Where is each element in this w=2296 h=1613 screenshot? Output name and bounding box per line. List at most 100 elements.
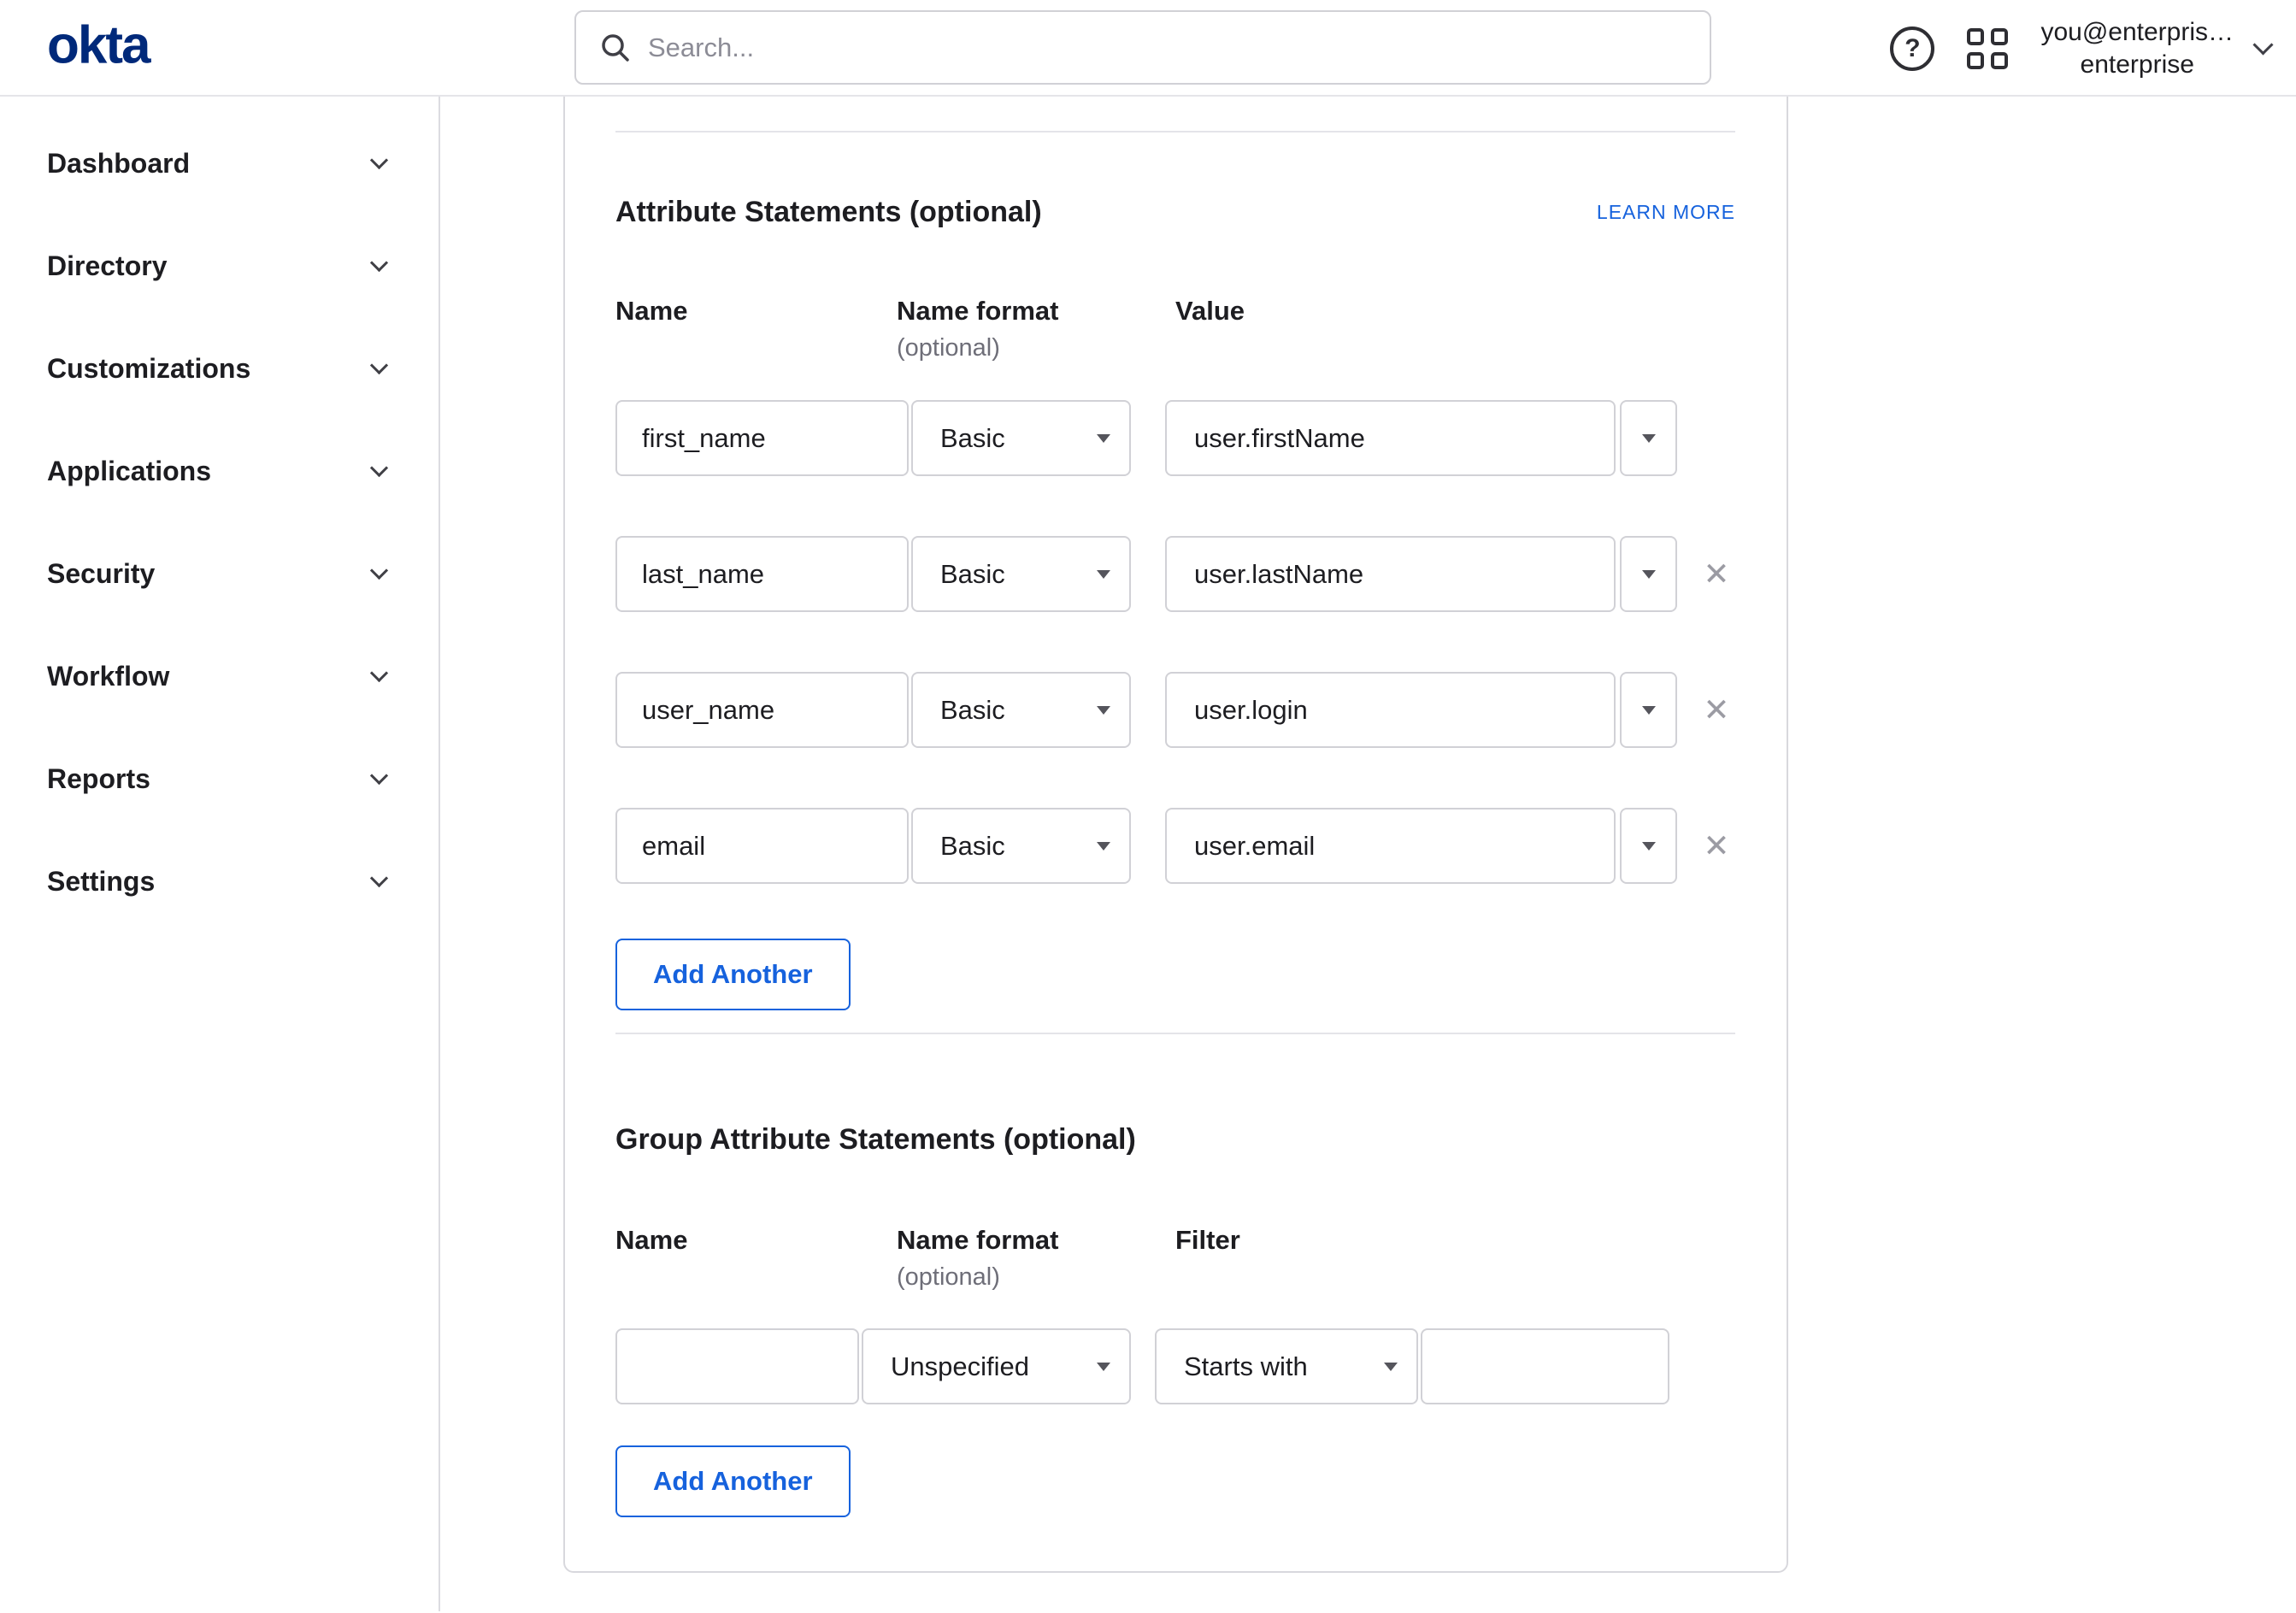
sidebar-item-settings[interactable]: Settings <box>0 830 439 933</box>
user-org: enterprise <box>2080 50 2194 79</box>
group-filter-select[interactable]: Starts with <box>1155 1328 1418 1404</box>
top-bar: okta ? you@enterpris… enterprise <box>0 0 2296 97</box>
sidebar-item-label: Reports <box>47 762 150 794</box>
attribute-name-input[interactable] <box>615 400 909 476</box>
sidebar-item-label: Directory <box>47 250 168 281</box>
value-combobox[interactable]: user.lastName <box>1165 536 1677 612</box>
grid-square <box>1967 27 1985 45</box>
sidebar-item-label: Applications <box>47 455 212 486</box>
attribute-row: Basic user.firstName <box>615 400 1735 476</box>
attribute-name-input[interactable] <box>615 672 909 748</box>
chevron-down-icon <box>369 253 389 273</box>
group-name-input[interactable] <box>615 1328 859 1404</box>
user-email: you@enterpris… <box>2040 17 2234 46</box>
value-text: user.email <box>1165 808 1616 884</box>
chevron-down-icon <box>369 561 389 580</box>
sidebar-item-directory[interactable]: Directory <box>0 215 439 317</box>
value-combobox[interactable]: user.email <box>1165 808 1677 884</box>
caret-down-icon <box>1097 841 1110 851</box>
group-name-format-select[interactable]: Unspecified <box>862 1328 1131 1404</box>
sidebar-item-customizations[interactable]: Customizations <box>0 317 439 420</box>
learn-more-link[interactable]: LEARN MORE <box>1597 201 1735 224</box>
grid-square <box>1991 27 2009 45</box>
chevron-down-icon <box>2252 34 2274 56</box>
attribute-row: Basic user.lastName ✕ <box>615 536 1735 612</box>
column-name: Name <box>615 1225 688 1255</box>
value-combobox[interactable]: user.login <box>1165 672 1677 748</box>
name-format-select[interactable]: Basic <box>911 536 1131 612</box>
value-text: user.login <box>1165 672 1616 748</box>
attribute-row: Basic user.login ✕ <box>615 672 1735 748</box>
name-format-select[interactable]: Basic <box>911 808 1131 884</box>
attribute-column-headers: Name Name format Value <box>615 295 1735 327</box>
name-format-value: Basic <box>940 558 1005 589</box>
chevron-down-icon <box>369 663 389 683</box>
help-icon[interactable]: ? <box>1890 26 1935 71</box>
sidebar-item-reports[interactable]: Reports <box>0 727 439 830</box>
caret-down-icon <box>1641 841 1656 851</box>
column-filter: Filter <box>1175 1225 1240 1255</box>
delete-row-icon[interactable]: ✕ <box>1699 828 1734 863</box>
sidebar-item-dashboard[interactable]: Dashboard <box>0 112 439 215</box>
sidebar-item-label: Dashboard <box>47 147 191 179</box>
group-column-headers: Name Name format Filter <box>615 1224 1735 1257</box>
add-another-group-attribute-button[interactable]: Add Another <box>615 1445 851 1517</box>
group-filter-value-input[interactable] <box>1421 1328 1669 1404</box>
divider <box>615 131 1735 132</box>
caret-down-icon <box>1097 433 1110 443</box>
name-format-value: Basic <box>940 694 1005 725</box>
grid-square <box>1967 51 1985 69</box>
sidebar-item-workflow[interactable]: Workflow <box>0 625 439 727</box>
caret-down-icon <box>1097 705 1110 715</box>
sidebar-item-label: Workflow <box>47 660 170 692</box>
sidebar-item-label: Security <box>47 557 156 589</box>
value-dropdown-button <box>1620 400 1677 476</box>
attribute-name-input[interactable] <box>615 808 909 884</box>
attribute-name-input[interactable] <box>615 536 909 612</box>
column-name: Name <box>615 296 688 326</box>
apps-grid-icon[interactable] <box>1967 27 2009 69</box>
grid-square <box>1991 51 2009 69</box>
caret-down-icon <box>1097 569 1110 579</box>
chevron-down-icon <box>369 766 389 786</box>
group-attribute-statements-title: Group Attribute Statements (optional) <box>615 1123 1136 1156</box>
delete-row-icon[interactable]: ✕ <box>1699 692 1734 727</box>
name-format-optional-note: (optional) <box>897 1263 1000 1291</box>
user-menu[interactable]: you@enterpris… enterprise <box>2040 16 2274 81</box>
sidebar-item-applications[interactable]: Applications <box>0 420 439 522</box>
name-format-value: Basic <box>940 830 1005 861</box>
value-combobox[interactable]: user.firstName <box>1165 400 1677 476</box>
chevron-down-icon <box>369 458 389 478</box>
okta-logo[interactable]: okta <box>47 15 150 75</box>
filter-value: Starts with <box>1184 1351 1308 1381</box>
group-attribute-row: Unspecified Starts with <box>615 1328 1735 1404</box>
main-content: Attribute Statements (optional) LEARN MO… <box>440 97 2296 1611</box>
search-input[interactable] <box>633 12 1710 83</box>
sidebar-item-label: Settings <box>47 865 156 897</box>
divider <box>615 1033 1735 1034</box>
attribute-row: Basic user.email ✕ <box>615 808 1735 884</box>
value-dropdown-button <box>1620 672 1677 748</box>
add-another-attribute-button[interactable]: Add Another <box>615 939 851 1010</box>
top-bar-right: ? you@enterpris… enterprise <box>1890 0 2274 97</box>
delete-row-icon[interactable]: ✕ <box>1699 556 1734 592</box>
value-dropdown-button <box>1620 536 1677 612</box>
name-format-select[interactable]: Basic <box>911 672 1131 748</box>
global-search[interactable] <box>574 10 1711 85</box>
column-name-format: Name format <box>897 296 1059 326</box>
caret-down-icon <box>1641 705 1656 715</box>
caret-down-icon <box>1641 569 1656 579</box>
name-format-value: Unspecified <box>891 1351 1029 1381</box>
name-format-value: Basic <box>940 422 1005 453</box>
user-account-label: you@enterpris… enterprise <box>2040 16 2234 81</box>
value-text: user.lastName <box>1165 536 1616 612</box>
value-dropdown-button <box>1620 808 1677 884</box>
sidebar-item-security[interactable]: Security <box>0 522 439 625</box>
caret-down-icon <box>1097 1362 1110 1371</box>
sidebar-item-label: Customizations <box>47 352 251 384</box>
caret-down-icon <box>1384 1362 1398 1371</box>
value-text: user.firstName <box>1165 400 1616 476</box>
column-value: Value <box>1175 296 1245 326</box>
name-format-select[interactable]: Basic <box>911 400 1131 476</box>
caret-down-icon <box>1641 433 1656 443</box>
